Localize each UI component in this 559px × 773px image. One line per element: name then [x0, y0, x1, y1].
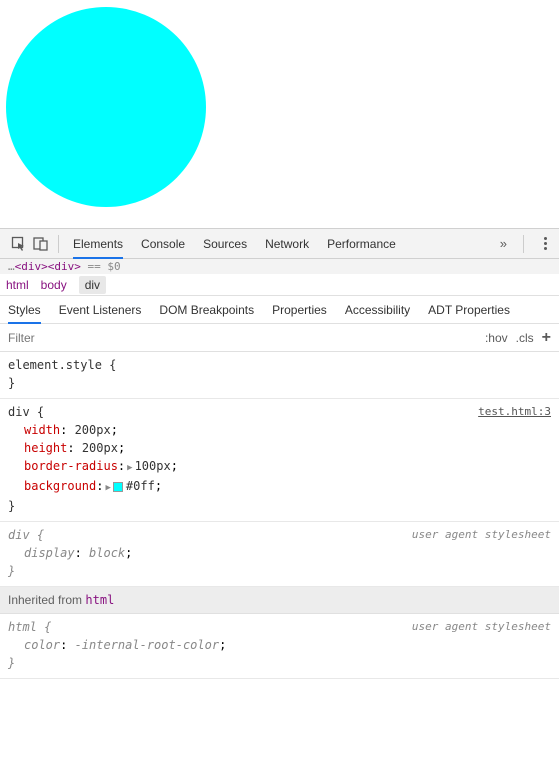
- tab-sources[interactable]: Sources: [203, 230, 247, 258]
- tab-console[interactable]: Console: [141, 230, 185, 258]
- selector: html: [8, 620, 37, 634]
- brace-open: {: [37, 405, 44, 419]
- selector: div: [8, 528, 30, 542]
- ua-label: user agent stylesheet: [412, 526, 551, 544]
- more-tabs-icon[interactable]: »: [500, 236, 507, 251]
- crumb-div[interactable]: div: [79, 276, 106, 294]
- selector: element.style: [8, 358, 102, 372]
- css-property[interactable]: border-radius:▶100px;: [8, 457, 551, 477]
- tab-elements[interactable]: Elements: [73, 230, 123, 258]
- inspect-icon[interactable]: [8, 233, 30, 255]
- main-tabs: Elements Console Sources Network Perform…: [73, 230, 500, 258]
- brace-open: {: [44, 620, 51, 634]
- styles-pane: element.style { } test.html:3 div { widt…: [0, 352, 559, 679]
- filter-row: :hov .cls +: [0, 324, 559, 352]
- subtab-adt-properties[interactable]: ADT Properties: [428, 297, 510, 323]
- inherited-from-bar: Inherited from html: [0, 587, 559, 614]
- css-property: display: block;: [8, 544, 551, 562]
- rendered-circle: [6, 7, 206, 207]
- dom-tags: <div><div>: [15, 260, 81, 273]
- brace-close: }: [8, 564, 15, 578]
- brace-open: {: [109, 358, 116, 372]
- css-property[interactable]: background:▶#0ff;: [8, 477, 551, 497]
- css-property[interactable]: height: 200px;: [8, 439, 551, 457]
- cls-toggle[interactable]: .cls: [516, 331, 534, 345]
- subtab-event-listeners[interactable]: Event Listeners: [59, 297, 142, 323]
- subtab-dom-breakpoints[interactable]: DOM Breakpoints: [159, 297, 254, 323]
- toolbar-separator: [58, 235, 59, 253]
- inherited-label: Inherited from: [8, 593, 82, 607]
- brace-close: }: [8, 376, 15, 390]
- devtools-panel: Elements Console Sources Network Perform…: [0, 228, 559, 679]
- inherited-tag[interactable]: html: [85, 593, 114, 607]
- crumb-html[interactable]: html: [6, 278, 29, 292]
- devtools-toolbar: Elements Console Sources Network Perform…: [0, 229, 559, 259]
- crumb-body[interactable]: body: [41, 278, 67, 292]
- selector: div: [8, 405, 30, 419]
- subtab-accessibility[interactable]: Accessibility: [345, 297, 410, 323]
- page-preview: [0, 0, 559, 228]
- source-link[interactable]: test.html:3: [478, 403, 551, 421]
- div-rule[interactable]: test.html:3 div { width: 200px; height: …: [0, 399, 559, 522]
- kebab-menu-icon[interactable]: [540, 233, 551, 254]
- breadcrumb: html body div: [0, 274, 559, 296]
- toolbar-separator: [523, 235, 524, 253]
- subtab-styles[interactable]: Styles: [8, 297, 41, 323]
- subtab-properties[interactable]: Properties: [272, 297, 327, 323]
- expand-icon[interactable]: ▶: [105, 483, 110, 493]
- ua-div-rule: user agent stylesheet div { display: blo…: [0, 522, 559, 587]
- dom-ellipsis: …: [8, 260, 15, 273]
- dom-selection-line[interactable]: …<div><div> == $0: [0, 259, 559, 274]
- styles-sub-tabs: Styles Event Listeners DOM Breakpoints P…: [0, 296, 559, 324]
- brace-open: {: [37, 528, 44, 542]
- dom-suffix: == $0: [81, 260, 121, 273]
- filter-actions: :hov .cls +: [477, 329, 559, 347]
- color-swatch[interactable]: [113, 482, 123, 492]
- toolbar-right: »: [500, 233, 551, 254]
- device-toggle-icon[interactable]: [30, 233, 52, 255]
- ua-label: user agent stylesheet: [412, 618, 551, 636]
- filter-input[interactable]: [0, 324, 477, 351]
- hov-toggle[interactable]: :hov: [485, 331, 508, 345]
- css-property[interactable]: width: 200px;: [8, 421, 551, 439]
- element-style-rule[interactable]: element.style { }: [0, 352, 559, 399]
- new-style-rule-icon[interactable]: +: [542, 329, 551, 347]
- tab-network[interactable]: Network: [265, 230, 309, 258]
- tab-performance[interactable]: Performance: [327, 230, 396, 258]
- brace-close: }: [8, 499, 15, 513]
- brace-close: }: [8, 656, 15, 670]
- expand-icon[interactable]: ▶: [127, 463, 132, 473]
- ua-html-rule: user agent stylesheet html { color: -int…: [0, 614, 559, 679]
- css-property: color: -internal-root-color;: [8, 636, 551, 654]
